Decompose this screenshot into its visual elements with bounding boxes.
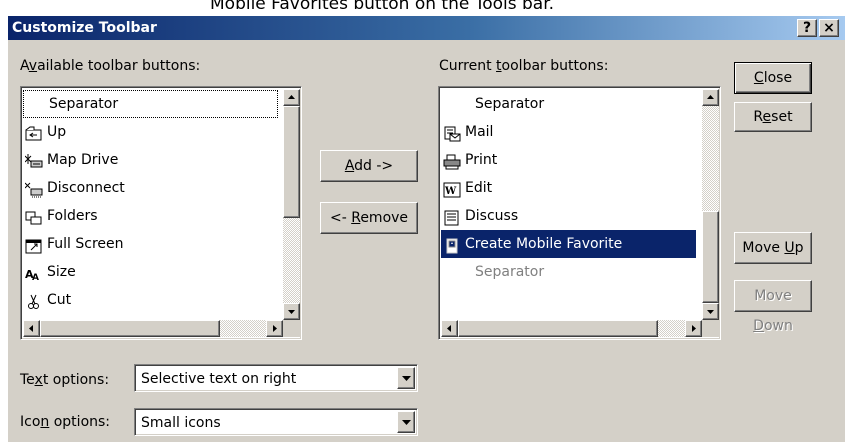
scissors-icon [25, 292, 43, 309]
icon-options-value: Small icons [141, 415, 221, 431]
scroll-corner [283, 320, 300, 337]
discuss-icon [443, 208, 461, 226]
scroll-corner [702, 320, 719, 337]
current-buttons-list[interactable]: Separator Mail Print W Edit Discuss Crea… [438, 86, 721, 340]
printer-icon [443, 152, 461, 170]
current-hscrollbar[interactable] [441, 320, 702, 337]
mobile-favorite-icon [443, 236, 461, 254]
scroll-right-button[interactable] [685, 320, 702, 337]
disconnect-icon [24, 180, 43, 198]
current-vscrollbar[interactable] [702, 89, 719, 320]
scroll-down-button[interactable] [283, 303, 300, 320]
scroll-up-button[interactable] [283, 89, 300, 106]
list-item-separator[interactable]: Separator [23, 90, 278, 118]
text-options-select[interactable]: Selective text on right [134, 364, 418, 392]
move-down-button: Move Down [734, 280, 812, 334]
scroll-left-button[interactable] [23, 320, 40, 337]
icon-options-label: Icon options: [20, 414, 111, 430]
chevron-down-icon[interactable] [397, 367, 415, 389]
available-buttons-list[interactable]: Separator Up Map Drive Disconnect Folder… [20, 86, 302, 340]
chevron-down-icon[interactable] [397, 411, 415, 433]
hscroll-thumb[interactable] [458, 320, 658, 337]
move-up-button[interactable]: Move Up [734, 232, 812, 264]
remove-button[interactable]: <- Remove [320, 202, 418, 234]
hscroll-thumb[interactable] [40, 320, 220, 337]
customize-toolbar-dialog: Customize Toolbar ? × Available toolbar … [8, 16, 845, 442]
dialog-title: Customize Toolbar [12, 20, 157, 36]
size-icon: AA [25, 264, 43, 283]
full-screen-icon [25, 236, 43, 254]
scroll-thumb[interactable] [283, 106, 300, 218]
svg-text:W: W [444, 186, 457, 197]
icon-options-select[interactable]: Small icons [134, 408, 418, 436]
reset-button[interactable]: Reset [734, 102, 812, 132]
help-button[interactable]: ? [797, 19, 817, 37]
mail-icon [443, 124, 461, 142]
map-drive-icon [24, 152, 43, 168]
add-button[interactable]: Add -> [320, 150, 418, 182]
svg-text:A: A [32, 273, 39, 282]
scroll-thumb[interactable] [702, 211, 719, 303]
text-options-label: Text options: [20, 372, 110, 388]
list-item-create-mobile-favorite[interactable]: Create Mobile Favorite [441, 230, 696, 258]
available-vscrollbar[interactable] [283, 89, 300, 320]
scroll-right-button[interactable] [266, 320, 283, 337]
page-caption: Mobile Favorites button on the Tools bar… [210, 0, 555, 14]
scroll-down-button[interactable] [702, 303, 719, 320]
scroll-up-button[interactable] [702, 89, 719, 106]
close-button[interactable]: Close [734, 62, 812, 94]
close-window-button[interactable]: × [819, 19, 839, 37]
folders-icon [25, 208, 43, 225]
current-buttons-label: Current toolbar buttons: [439, 58, 609, 74]
title-bar: Customize Toolbar ? × [8, 16, 845, 40]
up-folder-icon [25, 124, 43, 141]
scroll-left-button[interactable] [441, 320, 458, 337]
available-hscrollbar[interactable] [23, 320, 283, 337]
available-buttons-label: Available toolbar buttons: [20, 58, 201, 74]
text-options-value: Selective text on right [141, 371, 297, 387]
edit-icon: W [443, 180, 461, 198]
